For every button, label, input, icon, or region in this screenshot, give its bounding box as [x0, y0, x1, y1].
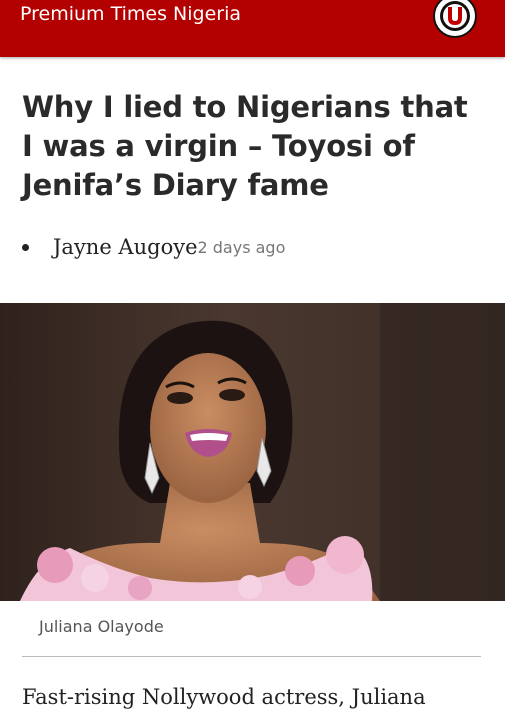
- premium-times-logo-icon[interactable]: [433, 0, 477, 38]
- article-hero-image[interactable]: [0, 303, 505, 601]
- site-name[interactable]: Premium Times Nigeria: [20, 2, 241, 26]
- article-title: Why I lied to Nigerians that I was a vir…: [22, 90, 468, 202]
- image-caption: Juliana Olayode: [39, 617, 164, 636]
- caption-divider: [22, 656, 481, 657]
- top-app-bar: Premium Times Nigeria: [0, 0, 505, 57]
- published-time: 2 days ago: [197, 237, 286, 257]
- byline: Jayne Augoye 2 days ago: [22, 232, 285, 262]
- bullet-icon: [22, 243, 29, 251]
- author-name[interactable]: Jayne Augoye: [53, 235, 198, 259]
- article-lead-paragraph: Fast-rising Nollywood actress, Juliana: [22, 685, 426, 709]
